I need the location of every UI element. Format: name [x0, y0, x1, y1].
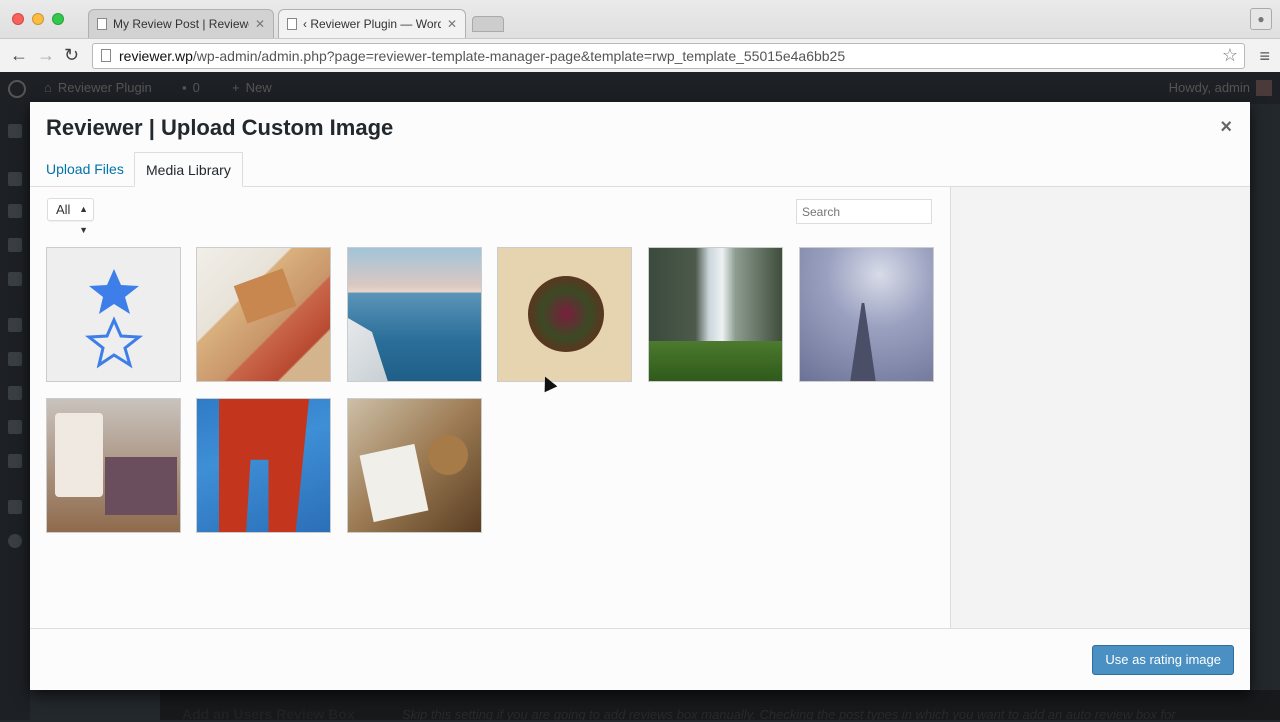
comment-icon: ▪: [182, 80, 187, 95]
admin-bar-new[interactable]: + New: [232, 80, 272, 95]
tools-icon[interactable]: [8, 420, 22, 434]
browser-menu-icon[interactable]: ≡: [1259, 46, 1270, 67]
collapse-menu-icon[interactable]: [8, 534, 22, 548]
new-tab-button[interactable]: [472, 16, 504, 32]
attachment-thumbnail[interactable]: [799, 247, 934, 382]
home-icon: ⌂: [44, 80, 52, 95]
background-settings-row: Add an Users Review Box Skip this settin…: [160, 690, 1280, 722]
address-bar[interactable]: reviewer.wp/wp-admin/admin.php?page=revi…: [92, 43, 1245, 69]
attachment-thumbnail[interactable]: [46, 247, 181, 382]
page-icon: [97, 18, 107, 30]
forward-arrow-icon[interactable]: →: [37, 45, 55, 65]
browser-tab-reviewer-plugin[interactable]: ‹ Reviewer Plugin — WordPress ✕: [278, 9, 466, 38]
site-name: Reviewer Plugin: [57, 80, 152, 95]
attachment-thumbnail[interactable]: [347, 247, 482, 382]
user-profile-icon[interactable]: ●: [1250, 8, 1272, 30]
attachment-thumbnail[interactable]: [497, 247, 632, 382]
comments-icon[interactable]: [8, 272, 22, 286]
close-icon[interactable]: ×: [1220, 116, 1232, 139]
admin-bar-comments[interactable]: ▪ 0: [182, 80, 200, 95]
admin-bar-account[interactable]: Howdy, admin: [1169, 80, 1250, 95]
desk-chair-photo: [233, 268, 297, 324]
attachment-thumbnail[interactable]: [196, 247, 331, 382]
appearance-icon[interactable]: [8, 318, 22, 332]
wp-admin-sidebar: [0, 104, 30, 720]
modal-title: Reviewer | Upload Custom Image: [46, 115, 394, 140]
sea-horizon-photo: [348, 318, 390, 381]
minimize-window-button[interactable]: [32, 13, 44, 25]
reload-icon[interactable]: ↻: [64, 45, 79, 65]
admin-bar-site[interactable]: ⌂ Reviewer Plugin: [44, 80, 152, 95]
typography-desk-photo: [359, 443, 429, 523]
new-label: New: [245, 80, 272, 95]
red-bridge-photo: [219, 399, 309, 532]
upload-custom-image-modal: Reviewer | Upload Custom Image × Upload …: [30, 102, 1250, 690]
close-tab-icon[interactable]: ✕: [255, 17, 265, 31]
close-window-button[interactable]: [12, 13, 24, 25]
howdy-text: Howdy, admin: [1168, 80, 1250, 95]
page-icon: [287, 18, 297, 30]
url-path: /wp-admin/admin.php?page=reviewer-templa…: [192, 48, 846, 64]
back-arrow-icon[interactable]: ←: [10, 45, 28, 65]
attachment-thumbnail[interactable]: [648, 247, 783, 382]
zoom-window-button[interactable]: [52, 13, 64, 25]
media-filter-select[interactable]: All ▲ ▼: [47, 198, 94, 235]
plugins-icon[interactable]: [8, 352, 22, 366]
filter-value: All: [56, 202, 71, 217]
modal-toolbar: Use as rating image: [30, 628, 1250, 690]
use-as-rating-image-button[interactable]: Use as rating image: [1092, 645, 1234, 675]
wooden-coaster: [428, 435, 468, 475]
attachment-thumbnail[interactable]: [196, 398, 331, 533]
cookie-box: [105, 457, 177, 515]
pages-icon[interactable]: [8, 238, 22, 252]
settings-icon[interactable]: [8, 454, 22, 468]
comments-count: 0: [192, 80, 200, 95]
wordpress-logo-icon[interactable]: [8, 80, 26, 98]
attachment-thumbnail[interactable]: [46, 398, 181, 533]
tab-media-library[interactable]: Media Library: [134, 152, 243, 187]
coffee-cookies-photo: [55, 413, 103, 497]
browser-tab-review-post[interactable]: My Review Post | Reviewer ✕: [88, 9, 274, 38]
select-arrows-icon: ▲ ▼: [79, 204, 88, 235]
media-icon[interactable]: [8, 204, 22, 218]
tab-title: ‹ Reviewer Plugin — WordPress: [303, 17, 441, 31]
skyscraper-photo: [850, 303, 876, 381]
reviewer-icon[interactable]: [8, 500, 22, 514]
url-host: reviewer.wp: [119, 48, 193, 64]
attachment-details-sidebar: [950, 187, 1250, 628]
star-rating-icon: [84, 269, 144, 369]
users-icon[interactable]: [8, 386, 22, 400]
attachment-thumbnail[interactable]: [347, 398, 482, 533]
waterfall-photo: [649, 341, 782, 381]
posts-icon[interactable]: [8, 172, 22, 186]
dashboard-icon[interactable]: [8, 124, 22, 138]
browser-chrome: My Review Post | Reviewer ✕ ‹ Reviewer P…: [0, 0, 1280, 72]
close-tab-icon[interactable]: ✕: [447, 17, 457, 31]
attachments-browser: All ▲ ▼: [30, 187, 950, 628]
window-controls: [12, 13, 64, 25]
wp-admin-bar: ⌂ Reviewer Plugin ▪ 0 + New Howdy, admin: [0, 72, 1280, 104]
tab-title: My Review Post | Reviewer: [113, 17, 249, 31]
search-input[interactable]: [796, 199, 932, 224]
tab-upload-files[interactable]: Upload Files: [35, 152, 135, 187]
salad-bowl-photo: [528, 276, 604, 352]
avatar[interactable]: [1256, 80, 1272, 96]
page-icon: [101, 49, 111, 62]
bookmark-star-icon[interactable]: ☆: [1222, 45, 1238, 66]
navigation-bar: ← → ↻ reviewer.wp/wp-admin/admin.php?pag…: [0, 38, 1280, 72]
modal-router: Upload Files Media Library: [30, 152, 1250, 187]
plus-icon: +: [232, 80, 240, 95]
